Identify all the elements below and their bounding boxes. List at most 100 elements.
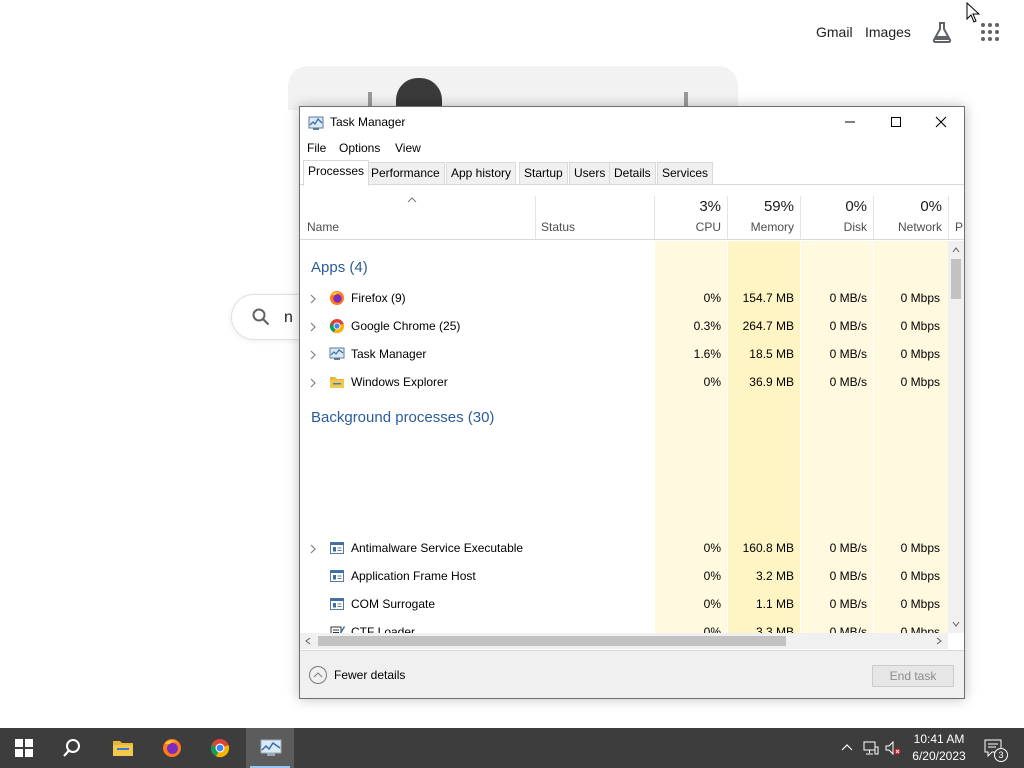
show-hidden-icons-button[interactable]	[838, 728, 856, 768]
scroll-up-icon[interactable]	[952, 247, 960, 253]
maximize-button[interactable]	[873, 107, 919, 137]
chevron-up-circle-icon	[309, 666, 327, 684]
task-manager-icon	[260, 739, 282, 756]
expand-chevron-icon[interactable]	[309, 543, 317, 554]
column-cpu[interactable]: 3% CPU	[655, 186, 727, 239]
memory-value: 1.1 MB	[755, 597, 794, 611]
service-icon	[330, 570, 344, 582]
disk-value: 0 MB/s	[829, 375, 867, 389]
menu-file[interactable]: File	[307, 141, 326, 155]
minimize-button[interactable]	[827, 107, 873, 137]
tab-users[interactable]: Users	[569, 162, 611, 184]
menu-options[interactable]: Options	[339, 141, 380, 155]
firefox-icon	[330, 291, 344, 305]
process-row-task-manager[interactable]: Task Manager 1.6% 18.5 MB 0 MB/s 0 Mbps	[300, 340, 948, 368]
cpu-value: 1.6%	[693, 347, 721, 361]
close-button[interactable]	[918, 107, 964, 137]
chrome-icon	[329, 319, 345, 334]
network-total: 0%	[920, 198, 942, 215]
process-name: COM Surrogate	[351, 597, 436, 611]
network-wired-icon	[863, 741, 879, 755]
fewer-details-label: Fewer details	[334, 668, 406, 682]
taskbar-search-button[interactable]	[48, 728, 96, 768]
google-apps-icon[interactable]	[980, 22, 1000, 42]
search-icon	[63, 739, 80, 757]
column-disk[interactable]: 0% Disk	[801, 186, 873, 239]
column-network[interactable]: 0% Network	[874, 186, 948, 239]
taskbar-file-explorer[interactable]	[98, 728, 146, 768]
system-clock[interactable]: 10:41 AM 6/20/2023	[904, 731, 974, 765]
column-memory[interactable]: 59% Memory	[728, 186, 800, 239]
expand-chevron-icon[interactable]	[309, 377, 317, 388]
process-row-antimalware-service-executable[interactable]: Antimalware Service Executable 0% 160.8 MB…	[300, 534, 948, 562]
column-divider[interactable]	[948, 196, 949, 239]
ctf-icon	[330, 626, 345, 633]
title-bar[interactable]: Task Manager	[300, 107, 964, 137]
cpu-value: 0%	[703, 597, 721, 611]
column-name[interactable]: Name	[307, 220, 339, 234]
process-row-ctf-loader[interactable]: CTF Loader 0% 3.3 MB 0 MB/s 0 Mbps	[300, 618, 948, 633]
volume-muted-icon	[885, 740, 901, 756]
tab-app-history[interactable]: App history	[446, 162, 517, 184]
column-status[interactable]: Status	[541, 220, 575, 234]
expand-chevron-icon[interactable]	[309, 293, 317, 304]
expand-chevron-icon[interactable]	[309, 321, 317, 332]
column-power-partial[interactable]: P	[955, 220, 963, 234]
expand-chevron-icon[interactable]	[309, 349, 317, 360]
notification-count-badge: 3	[994, 748, 1008, 762]
tab-services[interactable]: Services	[657, 162, 714, 184]
process-row-application-frame-host[interactable]: Application Frame Host 0% 3.2 MB 0 MB/s 0 Mb…	[300, 562, 948, 590]
taskbar: 10:41 AM 6/20/2023 3	[0, 728, 1024, 768]
task-manager-window: Task Manager File Options View Processes…	[299, 106, 965, 699]
process-row-windows-explorer[interactable]: Windows Explorer 0% 36.9 MB 0 MB/s 0 Mbps	[300, 368, 948, 396]
process-name: CTF Loader	[351, 625, 416, 633]
disk-total: 0%	[845, 198, 867, 215]
start-button[interactable]	[0, 728, 48, 768]
tab-performance[interactable]: Performance	[366, 162, 445, 184]
vertical-scrollbar[interactable]	[948, 241, 964, 633]
volume-tray-button[interactable]	[882, 728, 904, 768]
end-task-button[interactable]: End task	[872, 665, 954, 687]
group-header-apps[interactable]: Apps (4)	[311, 259, 368, 276]
network-label: Network	[897, 220, 942, 234]
disk-value: 0 MB/s	[829, 625, 867, 633]
process-row-firefox-9[interactable]: Firefox (9) 0% 154.7 MB 0 MB/s 0 Mbps	[300, 284, 948, 312]
process-row-com-surrogate[interactable]: COM Surrogate 0% 1.1 MB 0 MB/s 0 Mbps	[300, 590, 948, 618]
menu-view[interactable]: View	[395, 141, 421, 155]
group-header-background[interactable]: Background processes (30)	[311, 409, 494, 426]
taskbar-firefox[interactable]	[148, 728, 196, 768]
search-typed-text: n	[284, 309, 293, 326]
taskbar-task-manager[interactable]	[246, 728, 294, 768]
google-doodle[interactable]	[288, 66, 738, 110]
labs-flask-icon[interactable]	[930, 20, 954, 44]
process-name: Task Manager	[351, 347, 427, 361]
action-center-button[interactable]: 3	[976, 728, 1012, 768]
clock-date: 6/20/2023	[912, 749, 966, 763]
tab-startup[interactable]: Startup	[519, 162, 568, 184]
network-value: 0 Mbps	[900, 569, 940, 583]
memory-value: 3.2 MB	[755, 569, 794, 583]
column-divider[interactable]	[535, 196, 536, 239]
tab-processes[interactable]: Processes	[303, 160, 370, 186]
cpu-value: 0%	[703, 569, 721, 583]
images-link[interactable]: Images	[865, 24, 911, 40]
footer-bar: Fewer details End task	[300, 650, 964, 698]
network-value: 0 Mbps	[900, 319, 940, 333]
network-value: 0 Mbps	[900, 625, 940, 633]
vertical-scroll-thumb[interactable]	[951, 259, 961, 299]
gmail-link[interactable]: Gmail	[816, 24, 853, 40]
horizontal-scrollbar[interactable]	[300, 633, 948, 649]
network-tray-button[interactable]	[860, 728, 882, 768]
tab-details[interactable]: Details	[609, 162, 656, 184]
network-value: 0 Mbps	[900, 291, 940, 305]
menu-bar: File Options View	[300, 138, 964, 158]
scroll-down-icon[interactable]	[952, 621, 960, 627]
process-row-google-chrome-25[interactable]: Google Chrome (25) 0.3% 264.7 MB 0 MB/s 0 Mb…	[300, 312, 948, 340]
scroll-left-icon[interactable]	[305, 637, 311, 645]
horizontal-scroll-thumb[interactable]	[318, 636, 786, 646]
sort-ascending-icon	[407, 197, 417, 203]
scroll-right-icon[interactable]	[936, 637, 942, 645]
taskbar-chrome[interactable]	[196, 728, 244, 768]
disk-value: 0 MB/s	[829, 541, 867, 555]
network-value: 0 Mbps	[900, 541, 940, 555]
